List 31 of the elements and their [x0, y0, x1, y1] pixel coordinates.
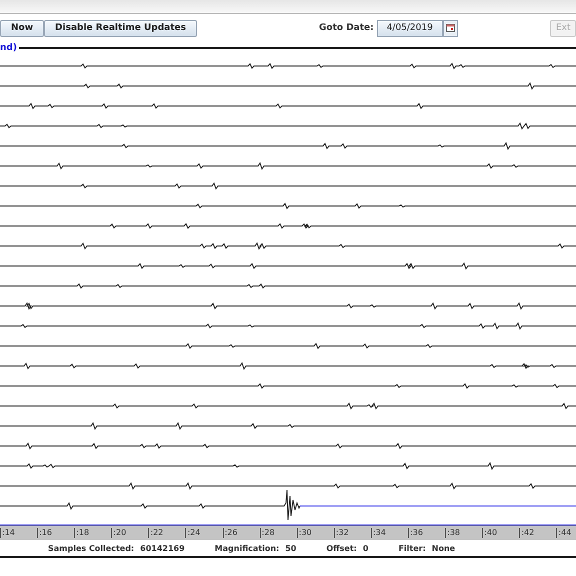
calendar-icon [446, 24, 455, 32]
time-tick-label: :38 [445, 528, 460, 538]
time-tick-label: :42 [519, 528, 534, 538]
status-value: None [432, 544, 456, 552]
status-value: 60142169 [140, 544, 185, 552]
status-value: 0 [362, 544, 368, 552]
toolbar-button[interactable]: Disable Realtime Updates [44, 20, 198, 36]
goto-date-label: Goto Date: [319, 23, 374, 33]
time-tick-label: :24 [185, 528, 200, 538]
time-tick-label: :22 [148, 528, 164, 538]
status-label: Samples Collected: [48, 544, 134, 552]
time-tick-label: :34 [370, 528, 386, 538]
calendar-button[interactable] [442, 20, 458, 36]
time-tick-label: :28 [260, 528, 275, 538]
time-tick-label: :18 [74, 528, 90, 538]
date-field[interactable]: 4/05/2019 [376, 20, 443, 36]
time-tick-label: :30 [296, 528, 312, 538]
toolbar-button[interactable]: Now [0, 20, 44, 36]
time-tick-label: :36 [408, 528, 423, 538]
status-label: Filter: [398, 544, 426, 552]
time-tick-label: :26 [222, 528, 238, 538]
time-tick-label: :20 [111, 528, 126, 538]
status-label: Offset: [326, 544, 357, 552]
channel-label: nd) [0, 43, 17, 53]
time-tick-label: :14 [0, 528, 15, 538]
time-tick-label: :44 [556, 528, 572, 538]
status-label: Magnification: [214, 544, 280, 552]
time-tick-label: :40 [482, 528, 498, 538]
time-tick-label: :32 [334, 528, 349, 538]
status-value: 50 [285, 544, 296, 552]
time-tick-label: :16 [37, 528, 52, 538]
